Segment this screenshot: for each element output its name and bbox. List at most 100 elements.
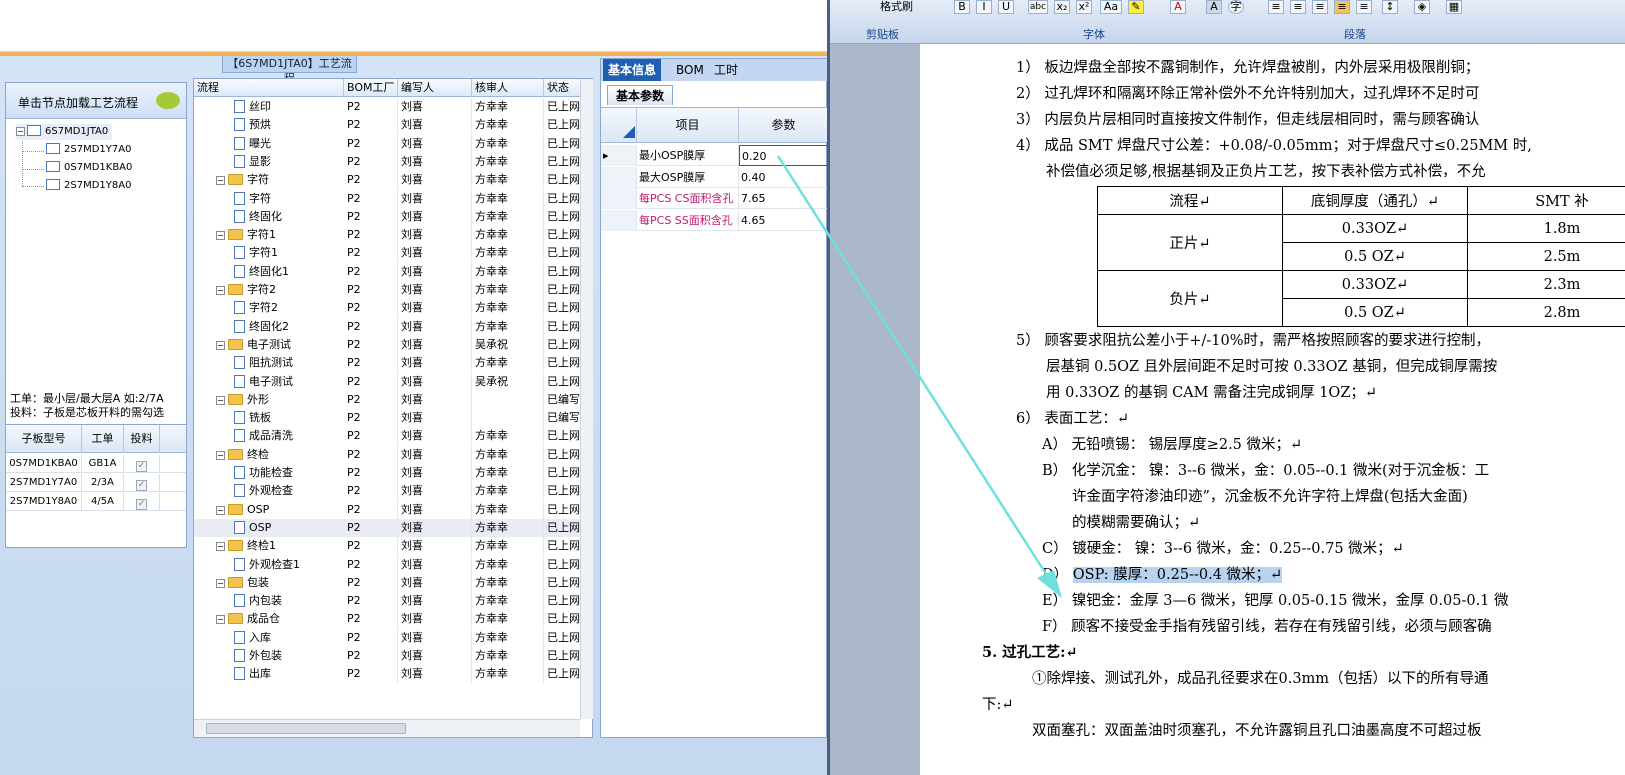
col-header-model[interactable]: 子板型号 <box>6 425 82 453</box>
col-header-param[interactable]: 参数 <box>739 108 827 142</box>
process-name-cell[interactable]: − 字符1 <box>216 227 276 243</box>
process-row[interactable]: 铣板 P2 刘喜 已编写 <box>194 409 582 428</box>
collapse-icon[interactable]: − <box>216 505 225 515</box>
process-row[interactable]: 丝印 P2 刘喜 方幸幸 已上网 <box>194 98 582 116</box>
process-row[interactable]: − 字符2 P2 刘喜 方幸幸 已上网 <box>194 281 582 299</box>
param-row[interactable]: ▸ 最小OSP膜厚 0.20 <box>601 145 827 166</box>
process-name-cell[interactable]: 曝光 <box>234 136 271 152</box>
cell-order[interactable]: 4/5A <box>82 493 124 511</box>
process-row[interactable]: − OSP P2 刘喜 方幸幸 已上网 <box>194 500 582 519</box>
process-row[interactable]: − 成品仓 P2 刘喜 方幸幸 已上网 <box>194 610 582 629</box>
font-color-button[interactable]: A <box>1170 0 1186 14</box>
collapse-icon[interactable]: − <box>216 231 225 241</box>
process-name-cell[interactable]: − 字符 <box>216 172 269 188</box>
process-name-cell[interactable]: 外包装 <box>234 648 282 664</box>
process-row[interactable]: 终固化2 P2 刘喜 方幸幸 已上网 <box>194 317 582 336</box>
format-painter-button[interactable]: 格式刷 <box>880 0 913 14</box>
process-name-cell[interactable]: 字符1 <box>234 245 278 261</box>
process-row[interactable]: 成品清洗 P2 刘喜 方幸幸 已上网 <box>194 427 582 446</box>
document-page[interactable]: 1） 板边焊盘全部按不露铜制作，允许焊盘被削，内外层采用极限削铜； 2） 过孔焊… <box>920 44 1625 775</box>
line-spacing-icon[interactable]: ↕ <box>1382 0 1398 14</box>
process-row[interactable]: − 终检 P2 刘喜 方幸幸 已上网 <box>194 445 582 464</box>
underline-button[interactable]: U <box>998 0 1014 14</box>
process-name-cell[interactable]: − 成品仓 <box>216 611 280 627</box>
vertical-scrollbar[interactable] <box>580 79 593 719</box>
param-value[interactable]: 0.20 <box>739 145 827 166</box>
align-right-icon[interactable]: ≡ <box>1312 0 1328 14</box>
tab-work-hours[interactable]: 工时 <box>709 59 743 81</box>
process-name-cell[interactable]: − 外形 <box>216 392 269 408</box>
process-name-cell[interactable]: 功能检查 <box>234 465 293 481</box>
tree-node-root[interactable]: − 6S7MD1JTA0 <box>16 124 113 140</box>
process-row[interactable]: − 包装 P2 刘喜 方幸幸 已上网 <box>194 573 582 592</box>
justify-icon[interactable]: ≡ <box>1334 0 1350 14</box>
param-row[interactable]: 每PCS CS面积含孔 7.65 <box>601 188 827 209</box>
param-value[interactable]: 4.65 <box>739 210 827 231</box>
cell-feed[interactable]: ✓ <box>124 455 160 473</box>
enclose-char-icon[interactable]: 字 <box>1228 0 1244 14</box>
horizontal-scrollbar[interactable] <box>194 719 580 737</box>
process-name-cell[interactable]: − 包装 <box>216 575 269 591</box>
tab-bom[interactable]: BOM <box>671 59 709 81</box>
row-selector[interactable] <box>601 209 637 231</box>
process-row[interactable]: 功能检查 P2 刘喜 方幸幸 已上网 <box>194 464 582 482</box>
scrollbar-thumb[interactable] <box>206 723 406 734</box>
collapse-icon[interactable]: − <box>216 615 225 625</box>
collapse-icon[interactable]: − <box>216 578 225 588</box>
process-row[interactable]: 字符2 P2 刘喜 方幸幸 已上网 <box>194 299 582 318</box>
col-header-status[interactable]: 状态 <box>544 79 582 97</box>
row-selector[interactable]: ▸ <box>601 145 637 166</box>
process-row[interactable]: − 电子测试 P2 刘喜 吴承祝 已上网 <box>194 335 582 354</box>
process-name-cell[interactable]: 预烘 <box>234 117 271 133</box>
process-row[interactable]: 显影 P2 刘喜 方幸幸 已上网 <box>194 152 582 171</box>
process-name-cell[interactable]: 外观检查1 <box>234 557 300 573</box>
process-row[interactable]: 字符1 P2 刘喜 方幸幸 已上网 <box>194 244 582 263</box>
superscript-button[interactable]: x² <box>1076 0 1092 14</box>
char-shading-icon[interactable]: A <box>1206 0 1222 14</box>
strikethrough-button[interactable]: abc <box>1028 0 1048 14</box>
process-row[interactable]: 电子测试 P2 刘喜 吴承祝 已上网 <box>194 372 582 391</box>
cell-order[interactable]: 2/3A <box>82 474 124 492</box>
process-name-cell[interactable]: 铣板 <box>234 410 271 426</box>
process-name-cell[interactable]: 出库 <box>234 666 271 682</box>
col-header-order[interactable]: 工单 <box>82 425 124 453</box>
collapse-icon[interactable]: − <box>216 176 225 186</box>
process-row[interactable]: 外观检查 P2 刘喜 方幸幸 已上网 <box>194 482 582 501</box>
process-name-cell[interactable]: − 电子测试 <box>216 337 291 353</box>
process-name-cell[interactable]: − 终检1 <box>216 538 276 554</box>
borders-icon[interactable]: ▦ <box>1446 0 1462 14</box>
cell-feed[interactable]: ✓ <box>124 474 160 492</box>
process-row[interactable]: − 终检1 P2 刘喜 方幸幸 已上网 <box>194 537 582 556</box>
process-name-cell[interactable]: 成品清洗 <box>234 428 293 444</box>
collapse-icon[interactable]: − <box>16 127 25 136</box>
process-name-cell[interactable]: 显影 <box>234 154 271 170</box>
process-name-cell[interactable]: 外观检查 <box>234 483 293 499</box>
param-value[interactable]: 7.65 <box>739 188 827 209</box>
feed-checkbox[interactable]: ✓ <box>136 499 147 510</box>
distribute-icon[interactable]: ≡ <box>1356 0 1372 14</box>
col-header-feed[interactable]: 投料 <box>124 425 160 453</box>
collapse-icon[interactable]: − <box>216 286 225 295</box>
process-name-cell[interactable]: 终固化1 <box>234 264 289 280</box>
col-header-item[interactable]: 项目 <box>637 108 739 142</box>
feed-checkbox[interactable]: ✓ <box>136 461 147 472</box>
process-name-cell[interactable]: 字符 <box>234 191 271 207</box>
italic-button[interactable]: I <box>976 0 992 14</box>
tab-basic-params[interactable]: 基本参数 <box>607 85 674 105</box>
param-row[interactable]: 每PCS SS面积含孔 4.65 <box>601 209 827 231</box>
process-name-cell[interactable]: 终固化2 <box>234 319 289 335</box>
process-row[interactable]: − 外形 P2 刘喜 已编写 <box>194 390 582 409</box>
collapse-icon[interactable]: − <box>216 395 225 405</box>
cell-order[interactable]: GB1A <box>82 455 124 473</box>
process-row[interactable]: 外观检查1 P2 刘喜 方幸幸 已上网 <box>194 555 582 574</box>
align-center-icon[interactable]: ≡ <box>1290 0 1306 14</box>
param-row[interactable]: 最大OSP膜厚 0.40 <box>601 166 827 188</box>
tab-basic-info[interactable]: 基本信息 <box>603 59 662 81</box>
row-selector[interactable] <box>601 166 637 188</box>
process-row[interactable]: OSP P2 刘喜 方幸幸 已上网 <box>194 518 582 538</box>
col-header-author[interactable]: 编写人 <box>398 79 472 97</box>
process-row[interactable]: 外包装 P2 刘喜 方幸幸 已上网 <box>194 647 582 665</box>
process-row[interactable]: 曝光 P2 刘喜 方幸幸 已上网 <box>194 134 582 153</box>
process-row[interactable]: − 字符1 P2 刘喜 方幸幸 已上网 <box>194 226 582 245</box>
process-name-cell[interactable]: 字符2 <box>234 300 278 316</box>
